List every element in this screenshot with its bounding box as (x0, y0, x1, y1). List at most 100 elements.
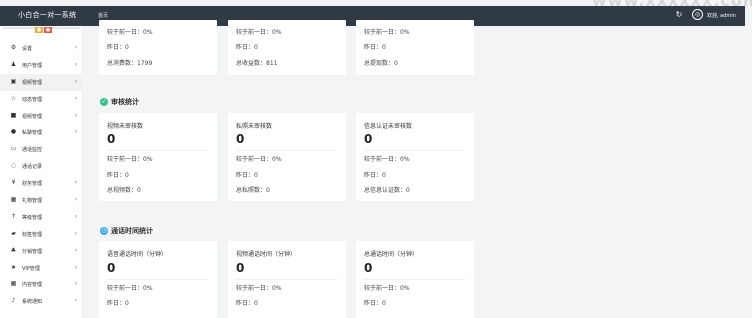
card-title: 私照未审核数 (236, 123, 273, 130)
orange-badge-icon: ● (35, 27, 43, 33)
compare-text: 较于前一日：0% (107, 156, 153, 163)
sidebar-item-finance[interactable]: ¥ 财务管理 › (0, 175, 83, 192)
bell-icon: ♪ (11, 297, 16, 305)
compare-text: 较于前一日：0% (236, 156, 282, 163)
total-text: 总视频数：0 (107, 187, 141, 194)
chevron-right-icon: › (74, 212, 77, 220)
yesterday-text: 昨日：0 (364, 300, 386, 307)
yesterday-text: 昨日：0 (236, 300, 258, 307)
sidebar-item-video-management[interactable]: ▣ 视频管理 › (0, 73, 83, 91)
card-title: 总通话时间（分钟） (364, 251, 419, 258)
call-card-video: 视频通话时间（分钟） 0 较于前一日：0% 昨日：0 (228, 241, 346, 318)
compare-text: 较于前一日：0% (364, 285, 410, 292)
card-value: 0 (107, 261, 116, 275)
total-text: 总消费数：1799 (107, 60, 153, 67)
red-badge-icon: ● (44, 27, 52, 33)
chevron-right-icon: › (74, 77, 77, 85)
chevron-right-icon: › (74, 60, 77, 68)
user-menu[interactable]: 欢迎, admin (707, 12, 736, 19)
card-divider (107, 150, 208, 151)
vip-icon: ★ (10, 263, 17, 271)
chevron-right-icon: › (74, 179, 77, 187)
chat-icon: ● (10, 128, 17, 136)
card-value: 0 (364, 261, 373, 275)
sidebar-item-video[interactable]: ■ 视频管理 › (0, 108, 83, 125)
summary-card-consumption: 较于前一日：0% 昨日：0 总消费数：1799 (99, 20, 217, 75)
video-icon: ▣ (10, 77, 17, 85)
sidebar-item-call-monitor[interactable]: ▭ 通话监控 (0, 141, 83, 158)
monitor-icon: ▭ (10, 145, 17, 153)
sidebar-item-notifications[interactable]: ♪ 系统通知 › (0, 293, 83, 310)
refresh-icon[interactable]: ↻ (674, 10, 684, 20)
card-title: 视频通话时间（分钟） (236, 251, 297, 258)
summary-card-income: 较于前一日：0% 昨日：0 总收益数：811 (228, 20, 346, 75)
compare-text: 较于前一日：0% (107, 285, 153, 292)
share-icon: ♣ (10, 246, 17, 254)
chevron-right-icon: › (74, 280, 77, 288)
users-icon: ♟ (10, 60, 17, 68)
audit-card-photo: 私照未审核数 0 较于前一日：0% 昨日：0 总私照数：0 (228, 113, 346, 201)
chevron-right-icon: › (74, 111, 77, 119)
sidebar-item-private-chat[interactable]: ● 私聊管理 › (0, 124, 83, 141)
card-divider (364, 279, 465, 280)
card-value: 0 (364, 132, 373, 146)
compare-text: 较于前一日：0% (107, 29, 153, 36)
chevron-right-icon: › (74, 246, 77, 254)
compare-text: 较于前一日：0% (236, 285, 282, 292)
summary-card-withdraw: 较于前一日：0% 昨日：0 总提现数：0 (356, 20, 474, 75)
card-title: 视频未审核数 (107, 123, 144, 130)
card-value: 0 (236, 132, 245, 146)
card-value: 0 (236, 261, 245, 275)
chevron-right-icon: › (74, 196, 77, 204)
total-text: 总信息认证数：0 (364, 187, 410, 194)
sidebar-item-call-log[interactable]: ◌ 通话记录 (0, 158, 83, 175)
sidebar-item-vip[interactable]: ★ VIP管理 › (0, 260, 83, 277)
chevron-right-icon: › (74, 229, 77, 237)
yesterday-text: 昨日：0 (364, 172, 386, 179)
avatar-icon[interactable]: ◎ (692, 9, 703, 20)
gift-icon: ▦ (10, 196, 17, 204)
yesterday-text: 昨日：0 (107, 172, 129, 179)
app-title: 小白合一对一系统 (18, 11, 77, 19)
call-card-voice: 语音通话时间（分钟） 0 较于前一日：0% 昨日：0 (99, 241, 217, 318)
sidebar-item-content[interactable]: ▦ 内容管理 › (0, 276, 83, 293)
compare-text: 较于前一日：0% (236, 29, 282, 36)
yesterday-text: 昨日：0 (364, 44, 386, 51)
sidebar-item-users[interactable]: ♟ 用户管理 › (0, 57, 83, 74)
sidebar-item-levels[interactable]: ↑ 等级管理 › (0, 209, 83, 226)
level-icon: ↑ (10, 212, 17, 220)
card-divider (364, 150, 465, 151)
sidebar-menu: ⚙ 设置 › ♟ 用户管理 › ▣ 视频管理 › ☆ 动态管理 › ■ 视频管理 › ● 私聊管理 › … (0, 40, 83, 310)
chevron-right-icon: › (74, 94, 77, 102)
compare-text: 较于前一日：0% (364, 29, 410, 36)
chevron-right-icon: › (74, 128, 77, 136)
card-divider (236, 150, 337, 151)
total-text: 总收益数：811 (236, 60, 278, 67)
card-title: 信息认证未审核数 (364, 123, 413, 130)
card-value: 0 (107, 132, 116, 146)
sidebar-item-dynamic[interactable]: ☆ 动态管理 › (0, 91, 83, 108)
call-card-total: 总通话时间（分钟） 0 较于前一日：0% 昨日：0 (356, 241, 474, 318)
call-log-icon: ◌ (10, 162, 17, 170)
chevron-right-icon: › (74, 297, 77, 305)
card-divider (107, 279, 208, 280)
audit-card-video: 视频未审核数 0 较于前一日：0% 昨日：0 总视频数：0 (99, 113, 217, 201)
sidebar-item-gifts[interactable]: ▦ 礼物管理 › (0, 192, 83, 209)
card-title: 语音通话时间（分钟） (107, 251, 168, 258)
yesterday-text: 昨日：0 (236, 172, 258, 179)
compare-text: 较于前一日：0% (364, 156, 410, 163)
sidebar-item-settings[interactable]: ⚙ 设置 › (0, 40, 83, 57)
sidebar-item-distribution[interactable]: ♣ 分销管理 › (0, 243, 83, 260)
shield-check-icon: ✓ (100, 98, 108, 106)
yesterday-text: 昨日：0 (236, 44, 258, 51)
yesterday-text: 昨日：0 (107, 300, 129, 307)
sidebar-item-tags[interactable]: ▰ 标签管理 › (0, 226, 83, 243)
star-icon: ☆ (10, 94, 17, 102)
home-tab[interactable]: 首页 (98, 12, 108, 19)
grid-icon: ▦ (10, 280, 17, 288)
total-text: 总私照数：0 (236, 187, 270, 194)
finance-icon: ¥ (11, 179, 16, 187)
yesterday-text: 昨日：0 (107, 44, 129, 51)
card-divider (236, 279, 337, 280)
camera-icon: ■ (10, 111, 17, 119)
